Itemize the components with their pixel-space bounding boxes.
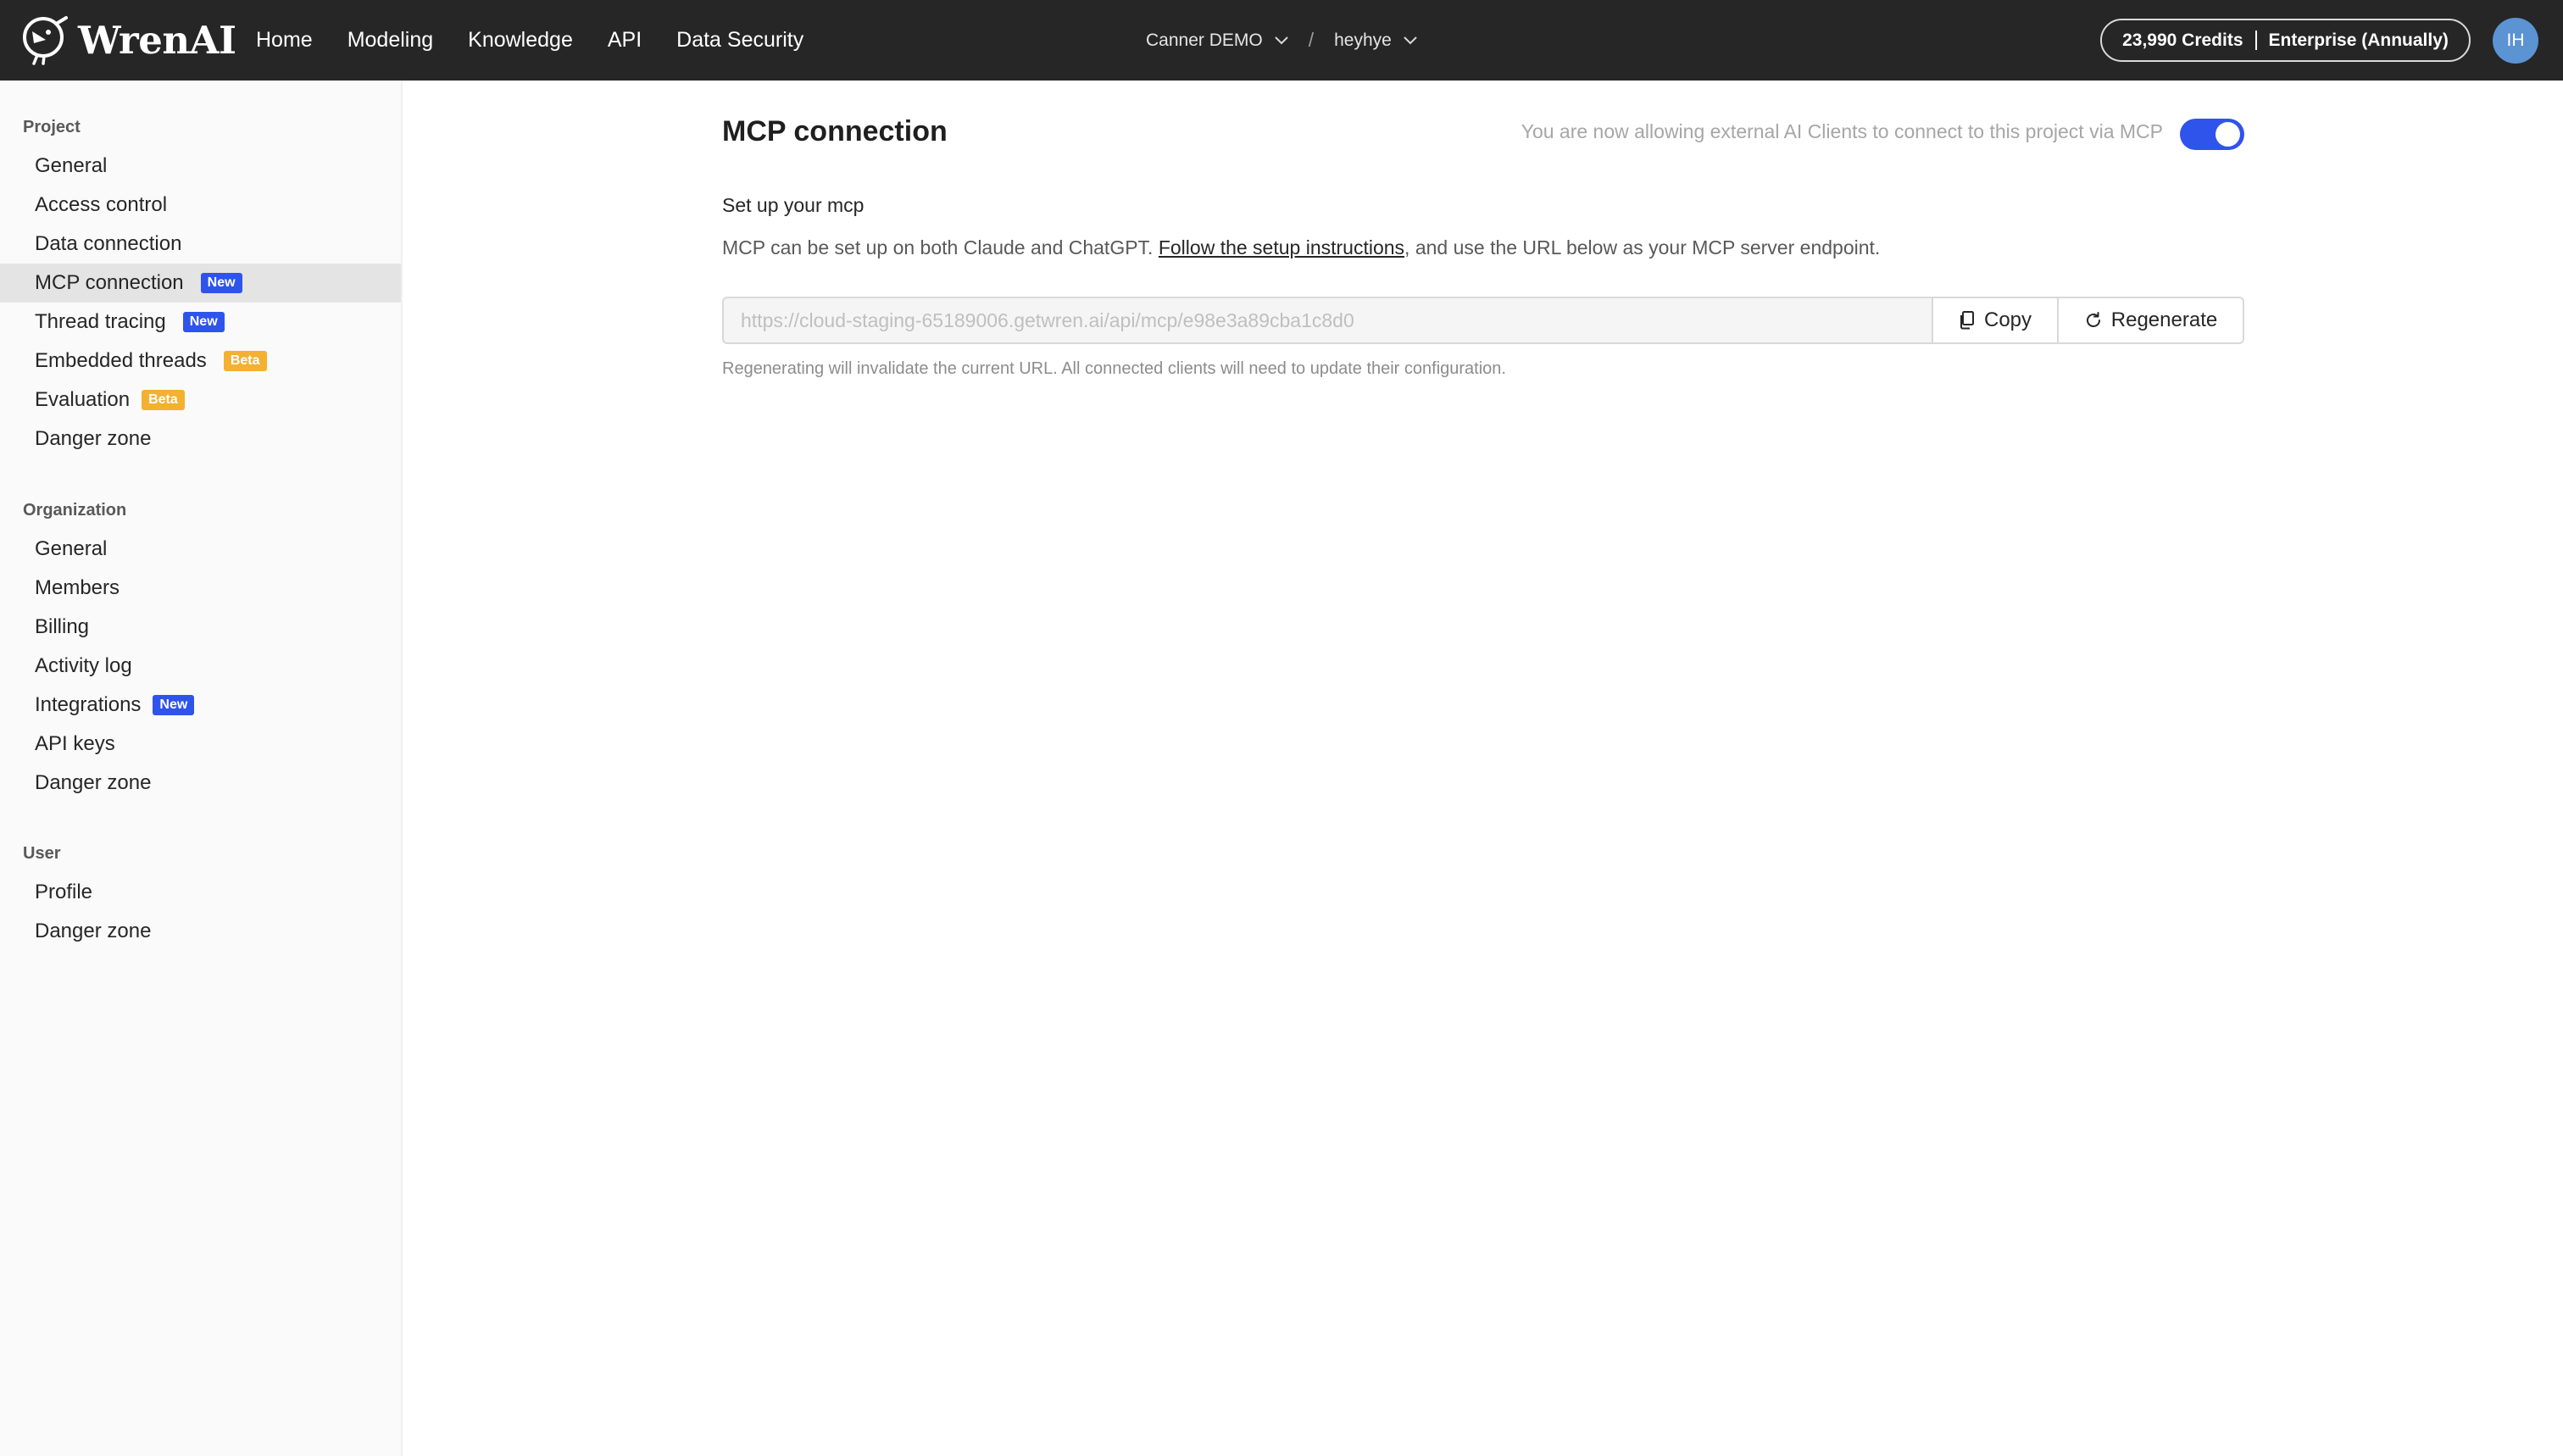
new-badge: New (153, 695, 195, 715)
sidebar-item-label: Evaluation (35, 388, 131, 411)
desc-prefix: MCP can be set up on both Claude and Cha… (722, 236, 1159, 258)
sidebar-item-label: Data connection (35, 232, 182, 255)
sidebar-item-profile[interactable]: Profile (0, 873, 401, 912)
page-title: MCP connection (722, 115, 948, 147)
brand[interactable]: WrenAI (20, 14, 236, 66)
project-name: heyhye (1334, 30, 1392, 50)
sidebar-item-user-danger-zone[interactable]: Danger zone (0, 912, 401, 951)
sidebar-item-data-connection[interactable]: Data connection (0, 225, 401, 264)
sidebar-item-label: General (35, 537, 108, 560)
avatar[interactable]: IH (2493, 18, 2538, 64)
sidebar-item-org-general[interactable]: General (0, 530, 401, 569)
sidebar-item-activity-log[interactable]: Activity log (0, 647, 401, 686)
sidebar-item-label: Billing (35, 615, 90, 638)
credits-count: 23,990 Credits (2122, 30, 2243, 50)
copy-button[interactable]: Copy (1932, 297, 2059, 344)
section-title-organization: Organization (23, 501, 127, 520)
nav-modeling[interactable]: Modeling (347, 28, 433, 53)
setup-subtitle: Set up your mcp (722, 194, 865, 216)
section-title-project: Project (23, 118, 81, 136)
copy-icon (1960, 311, 1974, 330)
organization-selector[interactable]: Canner DEMO (1146, 31, 1288, 51)
copy-label: Copy (1983, 308, 2032, 331)
beta-badge: Beta (223, 351, 267, 371)
regenerate-button[interactable]: Regenerate (2059, 297, 2244, 344)
project-selector[interactable]: heyhye (1334, 31, 1417, 51)
top-navigation-bar: WrenAI Home Modeling Knowledge API Data … (0, 0, 2563, 81)
sidebar-item-label: Danger zone (35, 771, 152, 794)
sidebar-item-project-general[interactable]: General (0, 147, 401, 186)
sidebar-item-access-control[interactable]: Access control (0, 186, 401, 225)
sidebar-item-label: General (35, 154, 108, 177)
sidebar-item-label: Danger zone (35, 427, 152, 450)
sidebar-item-integrations[interactable]: Integrations New (0, 686, 401, 725)
setup-instructions-link[interactable]: Follow the setup instructions (1159, 236, 1404, 258)
nav-knowledge[interactable]: Knowledge (468, 28, 573, 53)
new-badge: New (182, 312, 225, 332)
section-title-user: User (23, 844, 61, 863)
sidebar-item-label: MCP connection (35, 271, 184, 294)
sidebar-item-org-danger-zone[interactable]: Danger zone (0, 764, 401, 803)
sidebar-item-label: API keys (35, 732, 115, 755)
mcp-status-text: You are now allowing external AI Clients… (1521, 120, 2163, 142)
credits-plan-badge[interactable]: 23,990 Credits Enterprise (Annually) (2100, 19, 2471, 62)
chevron-down-icon (1404, 36, 1417, 44)
sidebar-item-label: Embedded threads (35, 349, 207, 372)
nav-home[interactable]: Home (256, 28, 313, 53)
sidebar-item-label: Members (35, 576, 120, 599)
sidebar-item-label: Access control (35, 193, 168, 216)
brand-name: WrenAI (78, 17, 236, 63)
sidebar-item-thread-tracing[interactable]: Thread tracing New (0, 303, 401, 342)
nav-api[interactable]: API (608, 28, 642, 53)
sidebar-item-label: Danger zone (35, 920, 152, 942)
sidebar-item-mcp-connection[interactable]: MCP connection New (0, 264, 401, 303)
sidebar-item-embedded-threads[interactable]: Embedded threads Beta (0, 342, 401, 381)
setup-description: MCP can be set up on both Claude and Cha… (722, 236, 1880, 259)
settings-sidebar: Project General Access control Data conn… (0, 81, 403, 1456)
breadcrumb: Canner DEMO / heyhye (1146, 0, 1417, 81)
sidebar-item-members[interactable]: Members (0, 569, 401, 608)
beta-badge: Beta (142, 390, 185, 410)
sidebar-item-label: Profile (35, 881, 93, 903)
sidebar-item-label: Activity log (35, 654, 132, 677)
sidebar-item-project-danger-zone[interactable]: Danger zone (0, 420, 401, 458)
desc-suffix: , and use the URL below as your MCP serv… (1404, 236, 1881, 258)
breadcrumb-separator: / (1308, 29, 1315, 51)
reload-icon (2086, 312, 2100, 327)
mcp-url-input[interactable] (722, 297, 1932, 344)
sidebar-item-label: Thread tracing (35, 310, 166, 333)
main-nav: Home Modeling Knowledge API Data Securit… (256, 0, 838, 81)
mcp-enable-toggle[interactable] (2180, 119, 2244, 150)
new-badge: New (200, 273, 242, 293)
organization-name: Canner DEMO (1146, 30, 1263, 50)
mcp-url-group: Copy Regenerate (722, 297, 2244, 344)
sidebar-item-evaluation[interactable]: Evaluation Beta (0, 381, 401, 420)
toggle-knob (2216, 122, 2240, 147)
chevron-down-icon (1275, 36, 1288, 44)
sidebar-item-label: Integrations (35, 693, 142, 716)
sidebar-item-api-keys[interactable]: API keys (0, 725, 401, 764)
pill-divider (2254, 31, 2257, 50)
sidebar-item-billing[interactable]: Billing (0, 608, 401, 647)
plan-name: Enterprise (Annually) (2268, 30, 2449, 50)
nav-data-security[interactable]: Data Security (676, 28, 803, 53)
regenerate-warning: Regenerating will invalidate the current… (722, 359, 1506, 378)
wren-bird-logo-icon (23, 16, 68, 65)
regenerate-label: Regenerate (2110, 308, 2218, 331)
